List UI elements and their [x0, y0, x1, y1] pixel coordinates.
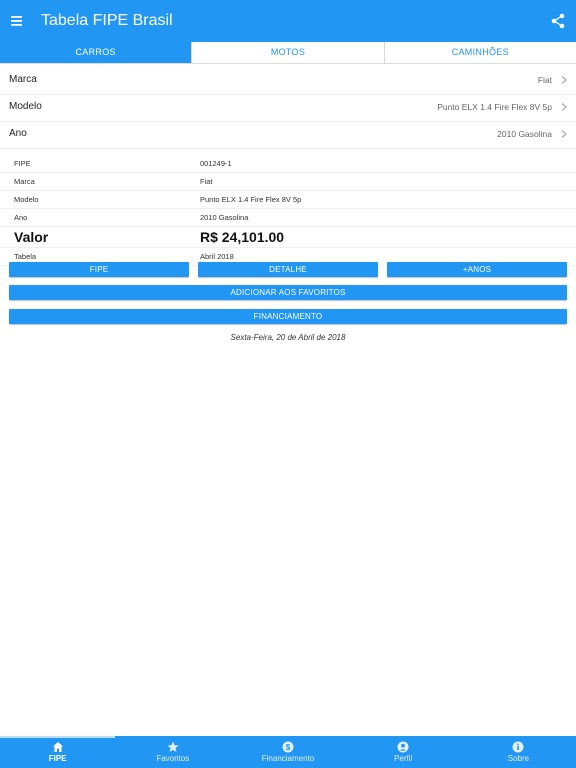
- detail-row-ano: Ano 2010 Gasolina: [0, 209, 576, 227]
- nav-item-financiamento[interactable]: $ Financiamento: [230, 736, 345, 768]
- detail-row-marca: Marca Fiat: [0, 173, 576, 191]
- nav-item-sobre[interactable]: Sobre: [461, 736, 576, 768]
- vehicle-type-tabs: CARROS MOTOS CAMINHÕES: [0, 42, 576, 64]
- tab-motos[interactable]: MOTOS: [192, 42, 385, 63]
- chevron-right-icon: [561, 103, 567, 111]
- ano-selector[interactable]: Ano 2010 Gasolina: [0, 121, 576, 149]
- anos-button[interactable]: +ANOS: [387, 262, 567, 277]
- modelo-selector-value: Punto ELX 1.4 Fire Flex 8V 5p: [437, 102, 552, 112]
- marca-selector-value: Fiat: [537, 75, 552, 85]
- detail-value: Abril 2018: [200, 252, 234, 261]
- ano-selector-label: Ano: [9, 128, 27, 139]
- chevron-right-icon: [561, 76, 567, 84]
- dollar-icon: $: [282, 741, 294, 753]
- chevron-right-icon: [561, 130, 567, 138]
- info-icon: [512, 741, 524, 753]
- detail-row-fipe: FIPE 001249-1: [0, 155, 576, 173]
- nav-label: Sobre: [507, 754, 530, 763]
- nav-label: Favoritos: [156, 754, 190, 763]
- modelo-selector[interactable]: Modelo Punto ELX 1.4 Fire Flex 8V 5p: [0, 94, 576, 122]
- modelo-selector-label: Modelo: [9, 101, 42, 112]
- marca-selector-label: Marca: [9, 74, 37, 85]
- detail-value: Punto ELX 1.4 Fire Flex 8V 5p: [200, 195, 302, 204]
- star-icon: [167, 741, 179, 752]
- fipe-button[interactable]: FIPE: [9, 262, 189, 277]
- bottom-navigation: FIPE Favoritos $ Financiamento Perfil So…: [0, 736, 576, 768]
- person-icon: [397, 741, 409, 753]
- current-date: Sexta-Feira, 20 de Abril de 2018: [230, 333, 346, 342]
- tab-carros[interactable]: CARROS: [0, 42, 193, 63]
- home-icon: [52, 742, 63, 752]
- detail-key: Tabela: [14, 252, 37, 261]
- app-title: Tabela FIPE Brasil: [41, 12, 173, 29]
- app-bar: Tabela FIPE Brasil: [0, 0, 576, 42]
- nav-label: Perfil: [394, 754, 413, 763]
- valor-amount: R$ 24,101.00: [200, 229, 285, 245]
- fipe-details-table: FIPE 001249-1 Marca Fiat Modelo Punto EL…: [0, 155, 576, 266]
- tab-caminhoes[interactable]: CAMINHÕES: [384, 42, 576, 63]
- detail-key: Ano: [14, 213, 28, 222]
- nav-label: Financiamento: [261, 754, 315, 763]
- add-favorites-button[interactable]: ADICIONAR AOS FAVORITOS: [9, 285, 567, 300]
- detail-value: Fiat: [200, 177, 213, 186]
- detail-row-modelo: Modelo Punto ELX 1.4 Fire Flex 8V 5p: [0, 191, 576, 209]
- svg-text:$: $: [286, 743, 291, 752]
- detail-key: FIPE: [14, 159, 31, 168]
- nav-item-perfil[interactable]: Perfil: [346, 736, 461, 768]
- detail-row-valor: Valor R$ 24,101.00: [0, 227, 576, 248]
- valor-label: Valor: [14, 229, 49, 245]
- detail-value: 001249-1: [200, 159, 232, 168]
- detail-key: Modelo: [14, 195, 39, 204]
- detail-key: Marca: [14, 177, 35, 186]
- detalhe-button[interactable]: DETALHE: [198, 262, 378, 277]
- detail-value: 2010 Gasolina: [200, 213, 249, 222]
- share-icon[interactable]: [548, 11, 568, 31]
- nav-item-favoritos[interactable]: Favoritos: [115, 736, 230, 768]
- financiamento-button[interactable]: FINANCIAMENTO: [9, 309, 567, 324]
- marca-selector[interactable]: Marca Fiat: [0, 67, 576, 95]
- ano-selector-value: 2010 Gasolina: [497, 129, 552, 139]
- nav-item-fipe[interactable]: FIPE: [0, 736, 115, 768]
- menu-icon[interactable]: [8, 11, 28, 31]
- nav-label: FIPE: [48, 754, 67, 763]
